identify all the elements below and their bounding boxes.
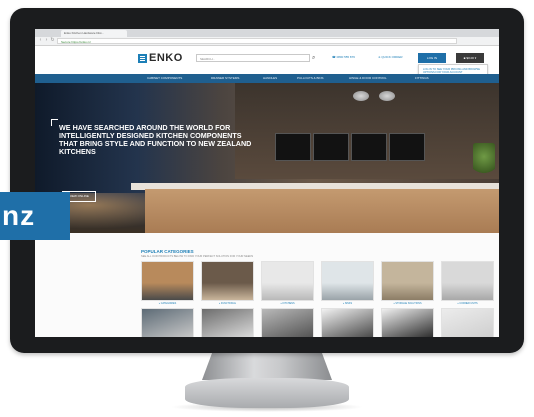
nav-handles[interactable]: HANDLES [263,74,277,83]
category-tile-label[interactable]: » KITCHENS [261,302,314,305]
pendant-lamp-image [379,91,395,101]
category-tile[interactable] [321,261,374,301]
category-tile-label[interactable]: » CORNER UNITS [441,302,494,305]
nav-hinge-door-control[interactable]: HINGE & DOOR CONTROL [349,74,387,83]
nav-drawer-systems[interactable]: DRAWER SYSTEMS [211,74,239,83]
oven-image [351,133,387,161]
category-tile[interactable] [381,261,434,301]
category-tile[interactable] [261,261,314,301]
oven-image [313,133,349,161]
plant-image [473,143,495,177]
category-tile[interactable] [201,261,254,301]
categories-title: POPULAR CATEGORIES [141,249,194,254]
category-tile[interactable] [321,308,374,337]
categories-subtitle: SEE ALL OUR PRODUCTS BELOW TO FIND YOUR … [141,255,254,258]
category-tile-label[interactable]: » CATEGORIES [141,302,194,305]
oven-image [389,133,425,161]
forward-icon[interactable]: › [44,38,49,43]
logo[interactable]: ENKO [149,53,183,64]
category-tile-label[interactable]: » FUNCTIONAL [201,302,254,305]
monitor-screen: Enko Kitchen Hardware Dist... ‹ › ↻ Secu… [35,29,499,337]
login-button[interactable]: LOG IN [418,53,446,63]
main-nav: CABINET COMPONENTS DRAWER SYSTEMS HANDLE… [35,74,499,83]
nz-badge: nz [0,192,70,240]
pendant-lamp-image [353,91,369,101]
oven-image [275,133,311,161]
kitchen-island-image [145,189,499,233]
phone-number[interactable]: ☎ 0800 555 876 [332,55,355,60]
quick-order-link[interactable]: ➔ QUICK ORDER [378,55,403,60]
cart-button[interactable]: ■ $0.00 ▾ [456,53,484,63]
search-input[interactable]: SEARCH... [196,54,310,62]
monitor-neck [202,352,332,380]
category-tile[interactable] [441,261,494,301]
monitor-foot [185,378,349,408]
category-tile[interactable] [141,308,194,337]
hero-banner: WE HAVE SEARCHED AROUND THE WORLD FOR IN… [35,83,499,233]
category-tile-label[interactable]: » SINKS [321,302,374,305]
nav-pullouts-bins[interactable]: PULLOUTS & BINS [297,74,324,83]
hero-headline: WE HAVE SEARCHED AROUND THE WORLD FOR IN… [59,123,252,156]
browser-tab[interactable]: Enko Kitchen Hardware Dist... [61,30,127,37]
category-tile[interactable] [441,308,494,337]
enko-logo-icon[interactable] [138,54,147,63]
bracket-decoration [51,119,58,126]
category-tile[interactable] [381,308,434,337]
search-icon[interactable]: ⌕ [312,54,315,62]
category-tile[interactable] [261,308,314,337]
reload-icon[interactable]: ↻ [50,38,55,43]
back-icon[interactable]: ‹ [38,38,43,43]
nav-fittings[interactable]: FITTINGS [415,74,429,83]
category-tile[interactable] [201,308,254,337]
category-tile[interactable] [141,261,194,301]
category-tile-label[interactable]: » STORAGE SOLUTIONS [381,302,434,305]
address-bar[interactable]: Secure https://enko.nz [57,38,457,44]
nav-cabinet-components[interactable]: CABINET COMPONENTS [147,74,182,83]
